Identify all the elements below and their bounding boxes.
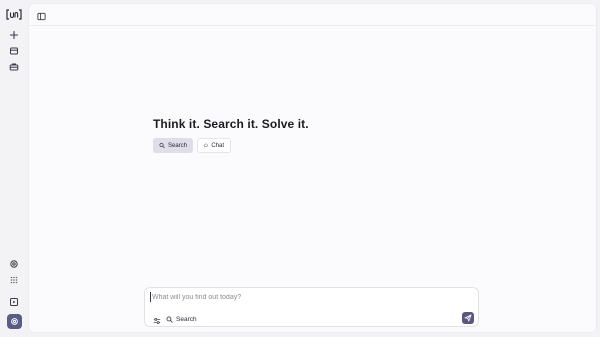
apps-grid-icon [10,276,18,284]
search-mode-label: Search [167,142,187,149]
page-headline: Think it. Search it. Solve it. [153,117,309,131]
sidebar-toggle-icon [36,12,46,20]
play-square-icon [10,298,18,306]
chat-mode-button[interactable]: Chat [197,138,231,153]
search-mode-button[interactable]: Search [153,138,193,153]
logo-mark-icon [6,8,22,20]
composer-search-toggle[interactable]: Search [166,314,197,325]
composer: Search [144,287,479,327]
main-panel: Think it. Search it. Solve it. Search Ch… [28,3,597,333]
prompt-input[interactable] [150,292,450,302]
composer-settings-button[interactable] [152,316,161,325]
sidebar-toggle-button[interactable] [36,11,46,21]
profile-button[interactable] [7,314,22,329]
chat-mode-label: Chat [211,142,224,149]
send-button[interactable] [462,312,474,324]
inbox-button[interactable] [8,45,20,57]
left-rail [0,0,28,337]
sliders-icon [153,317,160,324]
plus-icon [9,30,19,40]
search-icon [159,142,165,149]
send-icon [464,314,472,322]
settings-gear-icon [10,260,18,268]
search-icon [166,316,173,323]
briefcase-icon [9,63,19,71]
top-bar [29,4,596,26]
settings-button[interactable] [8,258,20,270]
new-item-button[interactable] [8,29,20,41]
media-button[interactable] [8,296,20,308]
inbox-icon [10,47,18,55]
workspace-button[interactable] [8,61,20,73]
chat-bubble-icon [204,143,208,148]
composer-search-label: Search [176,316,197,323]
app-logo[interactable] [6,8,22,20]
profile-gear-icon [11,318,18,325]
apps-button[interactable] [8,274,20,286]
